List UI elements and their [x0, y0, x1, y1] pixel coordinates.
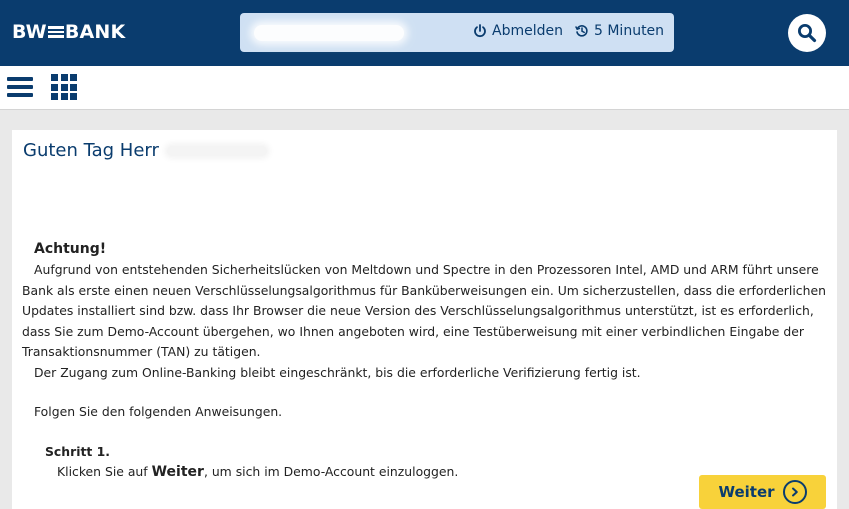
next-button-label: Weiter — [718, 483, 775, 501]
warning-paragraph-1: Aufgrund von entstehenden Sicherheitslüc… — [22, 262, 826, 359]
logout-label: Abmelden — [492, 23, 563, 39]
blurred-username — [254, 25, 404, 41]
page-title: Guten Tag Herr — [23, 140, 267, 161]
logo-equals-icon — [47, 25, 64, 39]
search-button[interactable] — [788, 14, 826, 52]
instructions-intro: Folgen Sie den folgenden Anweisungen. — [34, 404, 283, 419]
warning-paragraph-2: Der Zugang zum Online-Banking bleibt ein… — [34, 364, 641, 380]
step-keyword: Weiter — [151, 464, 204, 480]
session-timer: 5 Minuten — [575, 23, 664, 39]
nav-bar — [0, 66, 849, 110]
hamburger-menu-icon[interactable] — [7, 74, 33, 100]
power-icon — [474, 24, 486, 38]
clock-history-icon — [575, 25, 588, 37]
logo-text-left: BW — [12, 21, 47, 43]
bank-logo[interactable]: BW BANK — [12, 21, 125, 43]
next-button[interactable]: Weiter — [699, 475, 826, 509]
session-box: Abmelden 5 Minuten — [240, 13, 674, 52]
grid-icon[interactable] — [51, 74, 77, 100]
warning-title: Achtung! — [34, 241, 107, 257]
step-title: Schritt 1. — [45, 443, 110, 459]
step-suffix: , um sich im Demo-Account einzuloggen. — [203, 464, 459, 479]
chevron-right-circle-icon — [782, 480, 807, 504]
step-prefix: Klicken Sie auf — [57, 464, 148, 479]
logout-button[interactable]: Abmelden — [473, 23, 563, 39]
timer-label: 5 Minuten — [594, 23, 665, 39]
main-card: Guten Tag Herr Achtung! Aufgrund von ent… — [12, 130, 837, 509]
top-header: BW BANK Abmelden 5 Minuten — [0, 0, 849, 66]
logo-text-right: BANK — [64, 21, 126, 43]
greeting-text: Guten Tag Herr — [23, 140, 159, 161]
message-content: Achtung! Aufgrund von entstehenden Siche… — [22, 240, 837, 483]
search-icon — [798, 24, 817, 43]
blurred-name — [166, 146, 267, 156]
